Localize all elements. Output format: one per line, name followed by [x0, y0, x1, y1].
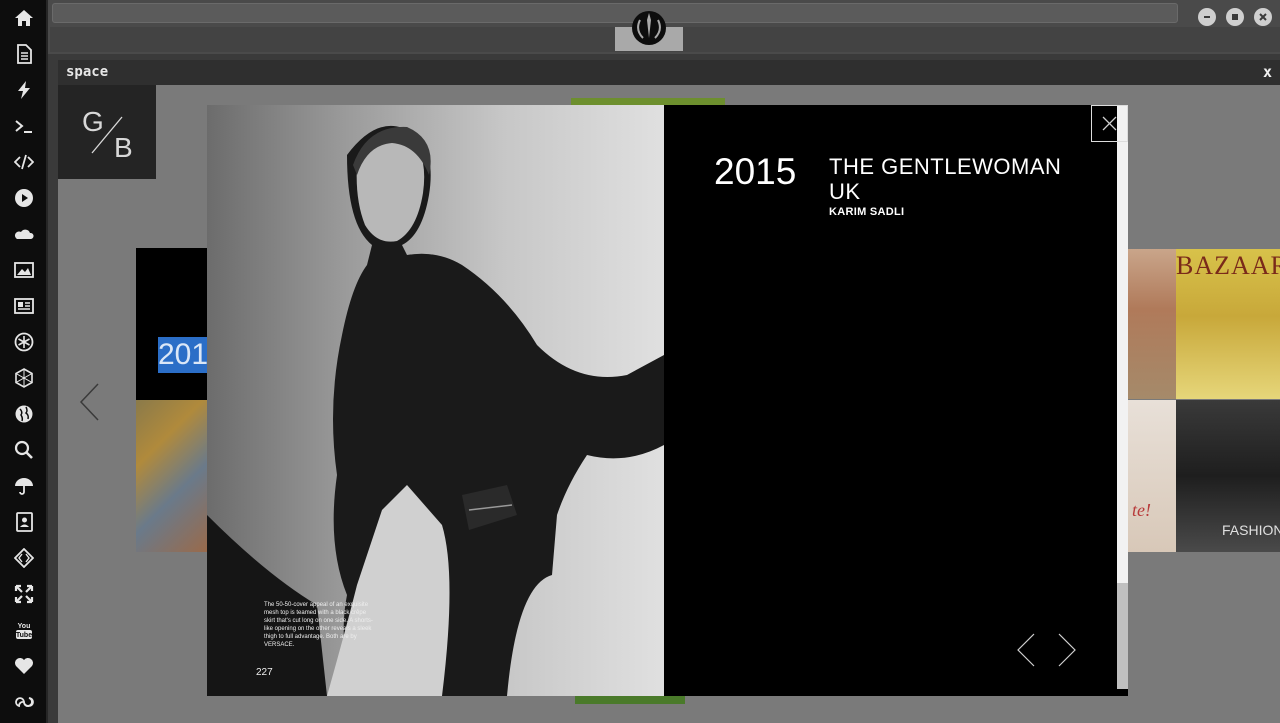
infinity-cloud-icon[interactable]: [0, 684, 48, 720]
svg-text:You: You: [18, 623, 31, 630]
magazine-title: BAZAAR: [1176, 251, 1280, 280]
image-icon[interactable]: [0, 252, 48, 288]
gallery-year-highlight: 201: [158, 337, 208, 373]
rebel-alliance-icon: [631, 8, 667, 46]
magazine-title: te!: [1132, 500, 1151, 520]
rebel-badge-icon[interactable]: [0, 324, 48, 360]
umbrella-icon[interactable]: [0, 468, 48, 504]
close-icon: [1102, 116, 1117, 131]
lightbox-photo: The 50-50-cover appeal of an exquisite m…: [207, 105, 664, 696]
play-icon[interactable]: [0, 180, 48, 216]
lightning-icon[interactable]: [0, 72, 48, 108]
maximize-button[interactable]: [1226, 8, 1244, 26]
photo-caption: The 50-50-cover appeal of an exquisite m…: [264, 602, 373, 648]
expand-icon[interactable]: [0, 576, 48, 612]
chevron-left-icon: [79, 383, 99, 421]
magazine-cover[interactable]: BAZAAR: [1176, 249, 1280, 399]
gallery-thumb: [575, 696, 685, 704]
youtube-icon[interactable]: You Tube: [0, 612, 48, 648]
lightbox-next-button[interactable]: [1056, 632, 1078, 668]
publication-title: THE GENTLEWOMAN UK: [829, 154, 1062, 204]
gallery-photo[interactable]: [136, 400, 208, 552]
magazine-title: FASHION ISSU: [1222, 522, 1280, 538]
frame-title: space: [66, 64, 109, 80]
minimize-icon: [1204, 16, 1210, 18]
frame-title-bar: space x: [58, 60, 1280, 85]
home-icon[interactable]: [0, 0, 48, 36]
frame-close-button[interactable]: x: [1263, 63, 1272, 81]
lightbox-close-button[interactable]: [1091, 105, 1128, 142]
chevron-left-icon: [1017, 633, 1035, 667]
svg-text:G: G: [82, 106, 104, 137]
magazine-cover[interactable]: te!: [1128, 400, 1176, 552]
magazine-cover[interactable]: [1128, 249, 1176, 399]
site-logo[interactable]: G B: [58, 85, 156, 179]
magazine-cover[interactable]: FASHION ISSU: [1176, 400, 1280, 552]
svg-text:B: B: [114, 132, 133, 163]
minimize-button[interactable]: [1198, 8, 1216, 26]
chevron-right-icon: [1058, 633, 1076, 667]
app-dock: You Tube: [0, 0, 48, 723]
document-icon[interactable]: [0, 36, 48, 72]
code-icon[interactable]: [0, 144, 48, 180]
cloud-icon[interactable]: [0, 216, 48, 252]
globe-icon[interactable]: [0, 396, 48, 432]
search-icon[interactable]: [0, 432, 48, 468]
close-window-button[interactable]: [1254, 8, 1272, 26]
newspaper-icon[interactable]: [0, 288, 48, 324]
heart-icon[interactable]: [0, 648, 48, 684]
svg-text:Tube: Tube: [16, 632, 32, 639]
hexagon-icon[interactable]: [0, 360, 48, 396]
close-icon: [1259, 13, 1267, 21]
photographer-name: KARIM SADLI: [829, 206, 905, 218]
terminal-icon[interactable]: [0, 108, 48, 144]
page-number: 227: [256, 667, 273, 678]
lightbox-scrollbar-thumb[interactable]: [1117, 583, 1128, 689]
contacts-icon[interactable]: [0, 504, 48, 540]
maximize-icon: [1232, 14, 1238, 20]
address-bar[interactable]: [52, 3, 1178, 23]
lightbox-prev-button[interactable]: [1015, 632, 1037, 668]
gallery-tile[interactable]: [136, 248, 208, 400]
diamond-code-icon[interactable]: [0, 540, 48, 576]
gallery-prev-button[interactable]: [78, 382, 102, 422]
photo-year: 2015: [714, 151, 797, 192]
